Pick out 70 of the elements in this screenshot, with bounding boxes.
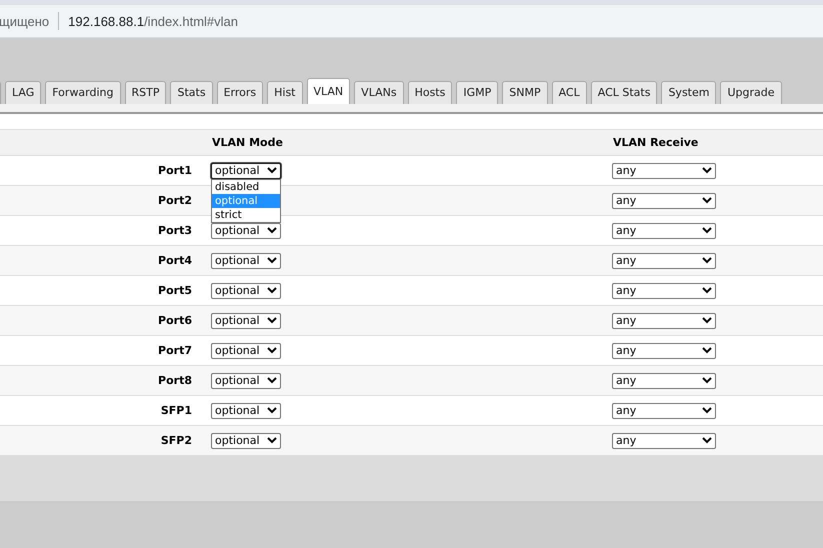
chevron-icon (702, 197, 712, 204)
dropdown[interactable]: any (612, 162, 716, 178)
dropdown[interactable]: optional (211, 222, 281, 238)
dropdown[interactable]: any (612, 282, 716, 298)
tab[interactable]: Stats (170, 81, 213, 104)
tab[interactable]: IGMP (456, 81, 498, 104)
chevron-icon (702, 407, 712, 414)
chevron-icon (267, 317, 277, 324)
chevron-icon (702, 257, 712, 264)
dropdown[interactable]: any (612, 252, 716, 268)
dropdown[interactable]: optional (211, 402, 281, 418)
dropdown[interactable]: any (612, 372, 716, 388)
chevron-icon (267, 287, 277, 294)
dropdown[interactable]: optional (211, 162, 281, 178)
chevron-icon (702, 287, 712, 294)
port-label: Port6 (158, 314, 192, 327)
dropdown[interactable]: optional (211, 432, 281, 448)
tab[interactable]: ACL Stats (590, 81, 658, 104)
address-bar[interactable]: щищено 192.168.88.1/index.html#vlan (0, 5, 823, 38)
port-label: Port5 (158, 284, 192, 297)
tab[interactable]: Hist (267, 81, 302, 104)
chevron-icon (267, 377, 277, 384)
dropdown[interactable]: any (612, 312, 716, 328)
dropdown[interactable]: optional (211, 342, 281, 358)
chevron-icon (702, 167, 712, 174)
dropdown[interactable]: any (612, 192, 716, 208)
tab[interactable]: Upgrade (720, 81, 782, 104)
chevron-icon (267, 347, 277, 354)
tab[interactable]: VLAN (306, 78, 350, 104)
chevron-icon (267, 227, 277, 234)
dropdown-option[interactable]: disabled (212, 180, 280, 194)
chevron-icon (702, 347, 712, 354)
chevron-icon (702, 227, 712, 234)
tab[interactable]: System (661, 81, 716, 104)
chevron-icon (267, 167, 277, 174)
dropdown[interactable]: any (612, 342, 716, 358)
port-label: SFP2 (160, 434, 192, 447)
dropdown[interactable]: any (612, 432, 716, 448)
security-text: щищено (0, 14, 50, 28)
url-text: 192.168.88.1/index.html#vlan (68, 14, 238, 28)
tab[interactable]: RSTP (124, 81, 166, 104)
port-label: Port3 (158, 224, 192, 237)
column-header: VLAN Mode (212, 136, 283, 149)
dropdown[interactable]: optional (211, 252, 281, 268)
chevron-icon (267, 257, 277, 264)
port-label: Port1 (158, 164, 192, 177)
dropdown-option[interactable]: strict (212, 208, 280, 222)
tab[interactable]: Errors (216, 81, 264, 104)
dropdown[interactable]: optional (211, 282, 281, 298)
chevron-icon (702, 377, 712, 384)
tab[interactable]: SNMP (502, 81, 548, 104)
port-label: Port8 (158, 374, 192, 387)
dropdown[interactable]: any (612, 402, 716, 418)
chevron-icon (702, 437, 712, 444)
tab[interactable]: VLANs (354, 81, 404, 104)
chevron-icon (267, 407, 277, 414)
port-label: SFP1 (160, 404, 192, 417)
chevron-icon (267, 437, 277, 444)
port-label: Port4 (158, 254, 192, 267)
dropdown[interactable]: optional (211, 372, 281, 388)
chevron-icon (702, 317, 712, 324)
port-label: Port2 (158, 194, 192, 207)
port-label: Port7 (158, 344, 192, 357)
tab[interactable]: LAG (5, 81, 42, 104)
tab[interactable]: Hosts (408, 81, 452, 104)
tab[interactable]: Forwarding (45, 81, 120, 104)
dropdown[interactable]: optional (211, 312, 281, 328)
column-header: VLAN Receive (613, 136, 698, 149)
tab[interactable]: ACL (552, 81, 587, 104)
dropdown[interactable]: any (612, 222, 716, 238)
